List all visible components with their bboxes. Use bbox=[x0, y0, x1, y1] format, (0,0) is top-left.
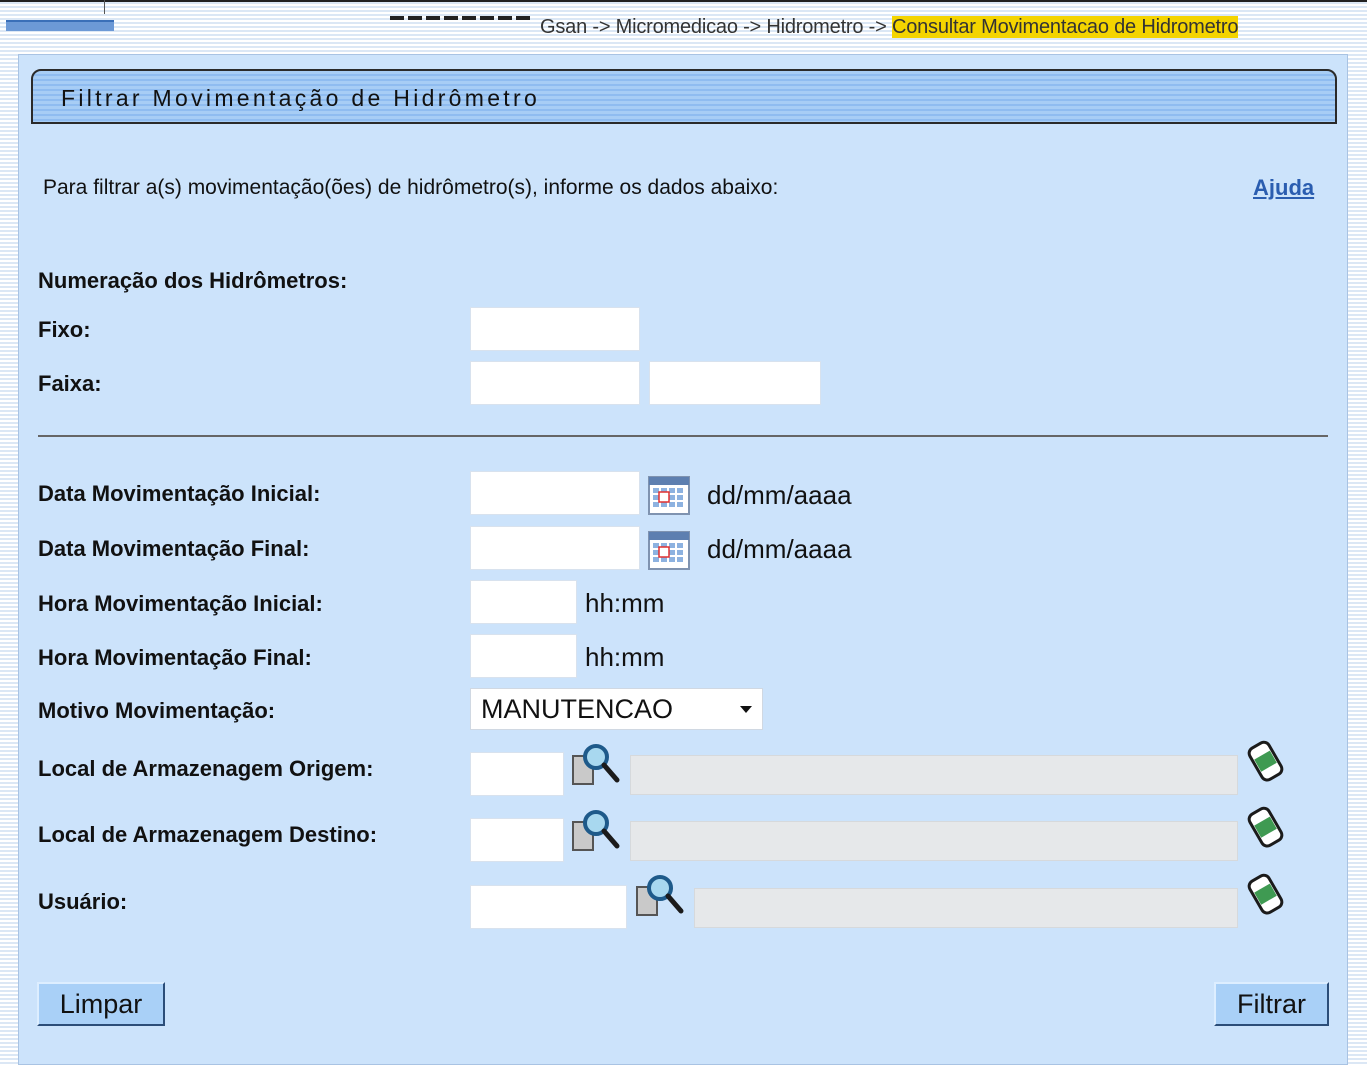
faixa-label: Faixa: bbox=[38, 371, 102, 396]
breadcrumb: Gsan -> Micromedicao -> Hidrometro -> Co… bbox=[540, 16, 1238, 38]
local-origem-description bbox=[630, 755, 1238, 795]
magnifier-lookup-icon[interactable] bbox=[570, 808, 622, 854]
hora-inicial-label: Hora Movimentação Inicial: bbox=[38, 591, 323, 616]
header-accent-bar bbox=[6, 20, 114, 31]
time-format-hint: hh:mm bbox=[585, 642, 665, 672]
panel-title-bar: Filtrar Movimentação de Hidrômetro bbox=[31, 69, 1337, 124]
faixa-start-input[interactable] bbox=[470, 361, 640, 405]
intro-text: Para filtrar a(s) movimentação(ões) de h… bbox=[43, 176, 779, 199]
data-inicial-label: Data Movimentação Inicial: bbox=[38, 481, 321, 506]
numeracao-label: Numeração dos Hidrômetros: bbox=[38, 268, 348, 293]
local-destino-label: Local de Armazenagem Destino: bbox=[38, 822, 378, 847]
usuario-input[interactable] bbox=[470, 885, 627, 929]
local-origem-label: Local de Armazenagem Origem: bbox=[38, 756, 374, 781]
fixo-label: Fixo: bbox=[38, 317, 91, 342]
faixa-end-input[interactable] bbox=[649, 361, 821, 405]
hora-inicial-input[interactable] bbox=[470, 580, 577, 624]
page-title: Filtrar Movimentação de Hidrômetro bbox=[61, 85, 541, 111]
local-origem-input[interactable] bbox=[470, 752, 564, 796]
chevron-down-icon bbox=[740, 706, 752, 713]
magnifier-lookup-icon[interactable] bbox=[570, 742, 622, 788]
hora-final-input[interactable] bbox=[470, 634, 577, 678]
usuario-label: Usuário: bbox=[38, 889, 128, 914]
time-format-hint: hh:mm bbox=[585, 588, 665, 618]
clear-button[interactable]: Limpar bbox=[37, 982, 165, 1026]
date-format-hint: dd/mm/aaaa bbox=[707, 534, 852, 564]
data-final-input[interactable] bbox=[470, 526, 640, 570]
calendar-icon[interactable] bbox=[648, 529, 690, 571]
usuario-description bbox=[694, 888, 1238, 928]
fixo-input[interactable] bbox=[470, 307, 640, 351]
motivo-label: Motivo Movimentação: bbox=[38, 698, 276, 723]
local-destino-description bbox=[630, 821, 1238, 861]
date-format-hint: dd/mm/aaaa bbox=[707, 480, 852, 510]
motivo-selected-value: MANUTENCAO bbox=[481, 694, 674, 724]
magnifier-lookup-icon[interactable] bbox=[634, 873, 686, 919]
eraser-icon[interactable] bbox=[1246, 873, 1286, 917]
top-border-tick bbox=[104, 0, 105, 14]
header-decoration bbox=[390, 16, 530, 20]
hora-final-label: Hora Movimentação Final: bbox=[38, 645, 312, 670]
top-border bbox=[0, 0, 1367, 2]
data-final-label: Data Movimentação Final: bbox=[38, 536, 310, 561]
breadcrumb-path: Gsan -> Micromedicao -> Hidrometro -> bbox=[540, 16, 892, 38]
help-link[interactable]: Ajuda bbox=[1253, 175, 1314, 201]
motivo-select[interactable]: MANUTENCAO bbox=[470, 688, 763, 730]
eraser-icon[interactable] bbox=[1246, 740, 1286, 784]
calendar-icon[interactable] bbox=[648, 474, 690, 516]
local-destino-input[interactable] bbox=[470, 818, 564, 862]
data-inicial-input[interactable] bbox=[470, 471, 640, 515]
filter-panel: Filtrar Movimentação de Hidrômetro Para … bbox=[18, 54, 1348, 1065]
section-divider bbox=[38, 435, 1328, 437]
breadcrumb-current: Consultar Movimentacao de Hidrometro bbox=[891, 16, 1239, 38]
filter-button[interactable]: Filtrar bbox=[1214, 982, 1329, 1026]
eraser-icon[interactable] bbox=[1246, 806, 1286, 850]
